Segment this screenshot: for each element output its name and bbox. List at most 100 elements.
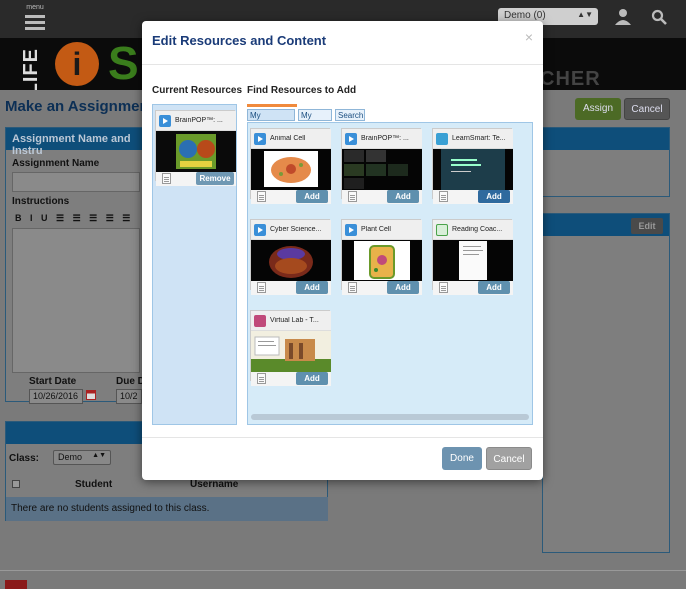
play-icon bbox=[345, 224, 357, 236]
resource-card-virtual-lab: Virtual Lab - T... Add bbox=[250, 310, 331, 386]
card-title: BrainPOP™: ... bbox=[361, 135, 409, 142]
card-header: BrainPOP™: ... bbox=[342, 129, 422, 149]
document-icon[interactable] bbox=[348, 282, 357, 293]
card-header: BrainPOP™: ... bbox=[156, 111, 236, 131]
card-header: Animal Cell bbox=[251, 129, 331, 149]
student-column-header: Student bbox=[75, 479, 113, 490]
footer-divider bbox=[0, 570, 686, 571]
card-header: Reading Coac... bbox=[433, 220, 513, 240]
play-icon bbox=[345, 133, 357, 145]
dropdown-arrows-icon: ▲▼ bbox=[92, 452, 106, 459]
tab-my-files[interactable]: My Files bbox=[298, 109, 332, 131]
card-title: Virtual Lab - T... bbox=[270, 317, 319, 324]
select-all-checkbox[interactable] bbox=[12, 480, 20, 488]
panel-title: Assignment Name and Instru bbox=[6, 128, 144, 157]
hamburger-icon bbox=[25, 15, 45, 18]
assignment-name-label: Assignment Name bbox=[12, 158, 100, 169]
current-resources-list: BrainPOP™: ... Remove bbox=[152, 104, 237, 425]
cancel-button[interactable]: Cancel bbox=[486, 447, 532, 470]
resource-card-cyber-science: Cyber Science... Add bbox=[250, 219, 331, 295]
virtual-lab-thumbnail bbox=[251, 331, 331, 372]
card-title: LearnSmart: Te... bbox=[452, 135, 506, 142]
calendar-icon[interactable] bbox=[86, 389, 96, 400]
horizontal-scrollbar[interactable] bbox=[251, 414, 529, 420]
animal-cell-thumbnail bbox=[251, 149, 331, 190]
modal-divider bbox=[142, 64, 543, 65]
document-icon[interactable] bbox=[439, 282, 448, 293]
current-resource-card: BrainPOP™: ... Remove bbox=[155, 110, 236, 186]
dropdown-arrows-icon: ▲▼ bbox=[577, 10, 593, 19]
class-label: Class: bbox=[9, 453, 40, 464]
learnsmart-thumbnail bbox=[433, 149, 513, 190]
logo-i: i bbox=[55, 42, 99, 86]
start-date-input[interactable]: 10/26/2016 bbox=[29, 389, 83, 404]
add-button[interactable]: Add bbox=[296, 281, 328, 294]
add-button[interactable]: Add bbox=[296, 372, 328, 385]
card-footer: Remove bbox=[156, 172, 236, 186]
logo-s: S bbox=[108, 38, 139, 89]
card-footer: Add bbox=[433, 281, 513, 295]
class-select-value: Demo bbox=[58, 452, 83, 462]
learnsmart-icon bbox=[436, 133, 448, 145]
card-title: Animal Cell bbox=[270, 135, 306, 142]
done-button[interactable]: Done bbox=[442, 447, 482, 470]
user-icon[interactable] bbox=[614, 8, 632, 26]
right-top-panel-head bbox=[543, 128, 669, 150]
due-date-input[interactable]: 10/2 bbox=[116, 389, 142, 404]
modal-title: Edit Resources and Content bbox=[152, 33, 327, 48]
right-mid-panel: Edit bbox=[542, 213, 670, 553]
search-icon[interactable] bbox=[651, 9, 667, 25]
menu-button[interactable]: menu bbox=[22, 4, 48, 32]
class-dropdown-value: Demo (0) bbox=[504, 10, 546, 21]
add-button[interactable]: Add bbox=[387, 190, 419, 203]
edit-button[interactable]: Edit bbox=[631, 218, 663, 234]
document-icon[interactable] bbox=[348, 191, 357, 202]
assign-button[interactable]: Assign bbox=[575, 98, 621, 120]
cyber-science-thumbnail bbox=[251, 240, 331, 281]
play-icon bbox=[254, 224, 266, 236]
card-title: Reading Coac... bbox=[452, 226, 503, 233]
remove-button[interactable]: Remove bbox=[196, 172, 234, 185]
document-icon[interactable] bbox=[257, 282, 266, 293]
edit-resources-modal: Edit Resources and Content × Current Res… bbox=[142, 21, 543, 480]
card-footer: Add bbox=[251, 281, 331, 295]
class-select[interactable]: Demo ▲▼ bbox=[53, 450, 111, 465]
add-button[interactable]: Add bbox=[296, 190, 328, 203]
document-icon[interactable] bbox=[162, 173, 171, 184]
card-footer: Add bbox=[433, 190, 513, 204]
card-title: Plant Cell bbox=[361, 226, 391, 233]
resource-card-learnsmart: LearnSmart: Te... Add bbox=[432, 128, 513, 204]
reading-coach-icon bbox=[436, 224, 448, 236]
play-icon bbox=[254, 133, 266, 145]
hamburger-icon-bar bbox=[25, 27, 45, 30]
resource-card-brainpop: BrainPOP™: ... Add bbox=[341, 128, 422, 204]
add-button[interactable]: Add bbox=[478, 190, 510, 203]
modal-footer-divider bbox=[142, 437, 543, 438]
assignment-name-input[interactable] bbox=[12, 172, 140, 192]
tab-my-favorites[interactable]: My Favorites bbox=[247, 109, 295, 131]
editor-toolbar[interactable]: B I U ☰ ☰ ☰ ☰ ☰ bbox=[15, 213, 139, 227]
add-button[interactable]: Add bbox=[478, 281, 510, 294]
document-icon[interactable] bbox=[257, 373, 266, 384]
logo-life-text: LIFE bbox=[20, 48, 42, 90]
right-top-panel bbox=[542, 127, 670, 197]
due-date-label: Due D bbox=[116, 376, 145, 387]
document-icon[interactable] bbox=[439, 191, 448, 202]
brainpop-thumbnail bbox=[342, 149, 422, 190]
close-icon[interactable]: × bbox=[525, 29, 533, 45]
start-date-label: Start Date bbox=[29, 376, 77, 387]
card-footer: Add bbox=[251, 190, 331, 204]
card-title: BrainPOP™: ... bbox=[175, 117, 223, 124]
card-header: Plant Cell bbox=[342, 220, 422, 240]
page-cancel-button[interactable]: Cancel bbox=[624, 98, 670, 120]
document-icon[interactable] bbox=[257, 191, 266, 202]
teacher-center-text: CHER CENTER bbox=[540, 68, 601, 90]
add-button[interactable]: Add bbox=[387, 281, 419, 294]
brainpop-thumbnail bbox=[156, 131, 236, 172]
current-resources-label: Current Resources bbox=[152, 85, 243, 96]
find-resources-label: Find Resources to Add bbox=[247, 85, 357, 96]
instructions-editor[interactable] bbox=[12, 228, 140, 373]
resource-card-plant-cell: Plant Cell Add bbox=[341, 219, 422, 295]
tab-search[interactable]: Search bbox=[335, 109, 365, 121]
card-footer: Add bbox=[342, 190, 422, 204]
